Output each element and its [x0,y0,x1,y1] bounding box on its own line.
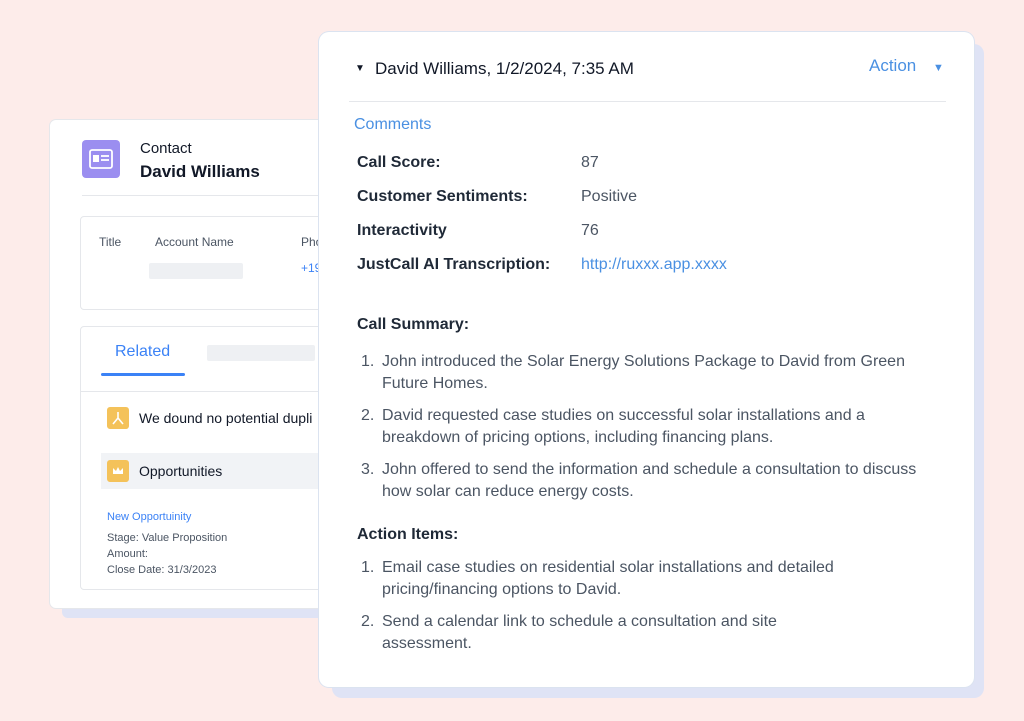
duplicates-message: We dound no potential dupli [139,410,313,426]
call-summary-heading: Call Summary: [357,316,470,333]
transcription-label: JustCall AI Transcription: [357,256,551,273]
summary-item: David requested case studies on successf… [382,407,865,446]
contact-fields: Title Account Name Pho +19 [80,216,340,310]
customer-sentiments-value: Positive [581,188,638,205]
contact-header: Contact David Williams [82,140,340,196]
account-name-placeholder [149,263,243,279]
opportunity-amount: Amount: [107,548,148,560]
summary-item-number: 3. [361,461,375,478]
comments-heading: Comments [354,116,432,133]
contact-card: Contact David Williams Title Account Nam… [50,120,340,608]
contact-name: David Williams [140,162,260,181]
active-tab-indicator [101,373,185,376]
chevron-down-icon[interactable]: ▼ [933,62,944,74]
summary-item-number: 1. [361,353,375,370]
action-items-heading: Action Items: [357,526,459,543]
header-divider [349,101,946,102]
tab-divider [81,391,340,392]
tab-related[interactable]: Related [115,343,170,361]
action-item: Email case studies on residential solar … [382,559,834,598]
call-details-card: ▼ David Williams, 1/2/2024, 7:35 AM Acti… [319,32,974,687]
record-type-label: Contact [140,140,192,157]
summary-item: John introduced the Solar Energy Solutio… [382,353,905,392]
call-score-value: 87 [581,154,599,171]
summary-item: John offered to send the information and… [382,461,917,500]
call-header-title[interactable]: David Williams, 1/2/2024, 7:35 AM [375,59,634,79]
opportunities-label: Opportunities [139,463,223,479]
crown-icon [107,460,129,482]
call-score-label: Call Score: [357,154,441,171]
action-item: Send a calendar link to schedule a consu… [382,613,777,652]
interactivity-label: Interactivity [357,222,447,239]
summary-item-number: 2. [361,407,375,424]
opportunity-stage: Stage: Value Proposition [107,532,228,544]
opportunity-close-date: Close Date: 31/3/2023 [107,564,217,576]
contact-card-icon [82,140,120,178]
title-field-label: Title [99,235,122,249]
related-panel: Related We dound no potential dupli Oppo… [80,326,340,590]
opportunities-section-header[interactable]: Opportunities [101,453,340,489]
merge-icon [107,407,129,429]
interactivity-value: 76 [581,222,599,239]
new-opportunity-link[interactable]: New Opportuinity [107,511,191,523]
customer-sentiments-label: Customer Sentiments: [357,188,528,205]
tab-placeholder [207,345,315,361]
action-item-number: 2. [361,613,375,630]
transcription-link[interactable]: http://ruxxx.app.xxxx [581,256,727,274]
action-item-number: 1. [361,559,375,576]
action-button[interactable]: Action [869,56,916,76]
account-name-field-label: Account Name [155,235,234,249]
caret-down-icon[interactable]: ▼ [355,63,365,74]
